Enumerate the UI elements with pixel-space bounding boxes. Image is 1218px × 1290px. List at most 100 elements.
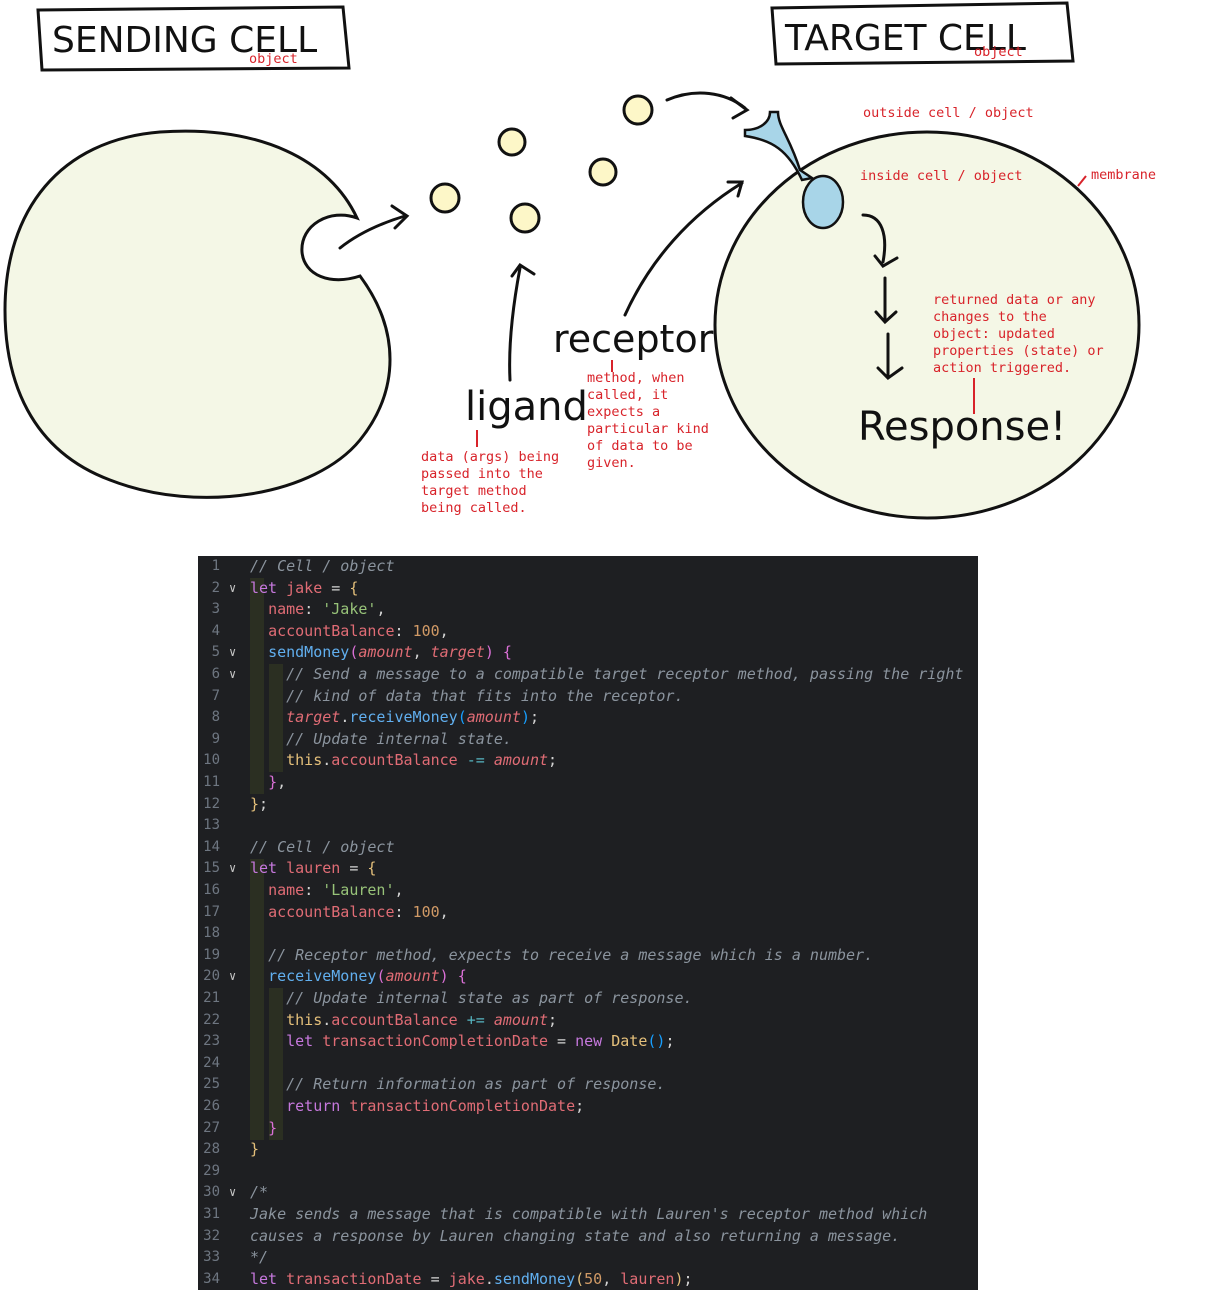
sending-cell-object-note: object xyxy=(249,51,298,67)
line-number: 14 xyxy=(203,838,220,855)
svg-text:expects a: expects a xyxy=(587,404,660,420)
code-line: 24 xyxy=(198,1053,978,1075)
svg-text:method, when: method, when xyxy=(587,370,685,386)
code-line: 15 ∨ let lauren = { xyxy=(198,858,978,880)
line-number: 30 xyxy=(203,1184,220,1201)
fold-chevron-icon[interactable]: ∨ xyxy=(229,858,236,880)
line-number: 17 xyxy=(203,903,220,920)
code-text: }, xyxy=(268,773,287,791)
code-text: let transactionCompletionDate = new Date… xyxy=(286,1032,675,1051)
line-number: 3 xyxy=(211,601,220,618)
code-line: 20 ∨ receiveMoney(amount) { xyxy=(198,966,978,988)
ligand-particles xyxy=(429,94,654,234)
code-line: 18 xyxy=(198,923,978,945)
code-line: 25 // Return information as part of resp… xyxy=(198,1074,978,1096)
line-number: 22 xyxy=(203,1011,220,1028)
line-number: 32 xyxy=(203,1227,220,1244)
receptor-note: method, when called, it expects a partic… xyxy=(587,370,709,471)
code-text: Jake sends a message that is compatible … xyxy=(250,1205,928,1223)
line-number: 10 xyxy=(203,752,220,769)
code-line: 12}; xyxy=(198,794,978,816)
code-line: 26 return transactionCompletionDate; xyxy=(198,1096,978,1118)
code-text: // Receptor method, expects to receive a… xyxy=(268,945,874,964)
line-number: 25 xyxy=(203,1076,220,1093)
code-text: accountBalance: 100, xyxy=(268,621,449,640)
svg-text:changes to the: changes to the xyxy=(933,309,1047,325)
code-text: this.accountBalance += amount; xyxy=(286,1010,558,1029)
svg-text:action triggered.: action triggered. xyxy=(933,360,1071,376)
line-number: 24 xyxy=(203,1054,220,1071)
fold-chevron-icon[interactable]: ∨ xyxy=(229,966,236,988)
code-text: accountBalance: 100, xyxy=(268,902,449,921)
receptor-label: receptor xyxy=(553,317,714,361)
code-text: /* xyxy=(250,1183,269,1202)
ligand-note: data (args) being passed into the target… xyxy=(421,449,559,516)
line-number: 8 xyxy=(211,709,220,726)
code-text: sendMoney(amount, target) { xyxy=(268,643,512,662)
line-number: 29 xyxy=(203,1162,220,1179)
code-line: 1 // Cell / object xyxy=(198,556,978,578)
line-number: 2 xyxy=(211,579,220,596)
line-number: 5 xyxy=(211,644,220,661)
line-number: 18 xyxy=(203,925,220,942)
line-number: 27 xyxy=(203,1119,220,1136)
code-line: 2 ∨ let jake = { xyxy=(198,578,978,600)
code-text: name: 'Jake', xyxy=(268,600,386,619)
code-text: // Update internal state. xyxy=(286,729,512,748)
code-text: let transactionDate = jake.sendMoney(50,… xyxy=(250,1269,693,1288)
code-text: } xyxy=(250,1140,260,1159)
membrane-pointer xyxy=(1077,175,1087,187)
svg-text:being called.: being called. xyxy=(421,500,527,516)
code-text: return transactionCompletionDate; xyxy=(286,1097,585,1115)
code-line: 14 // Cell / object xyxy=(198,837,978,859)
code-line: 9 // Update internal state. xyxy=(198,729,978,751)
code-line: 27 } xyxy=(198,1118,978,1140)
sending-cell xyxy=(3,129,392,499)
code-text: name: 'Lauren', xyxy=(268,881,404,899)
line-number: 34 xyxy=(203,1270,220,1287)
code-line: 29 xyxy=(198,1161,978,1183)
line-number: 31 xyxy=(203,1206,220,1222)
fold-chevron-icon[interactable]: ∨ xyxy=(229,664,236,686)
target-cell-title-box: TARGET CELL object xyxy=(770,1,1075,66)
code-line: 11 }, xyxy=(198,772,978,794)
line-number: 4 xyxy=(211,622,220,639)
code-text: // kind of data that fits into the recep… xyxy=(286,686,684,705)
code-text: let jake = { xyxy=(250,578,359,597)
code-line: 3 name: 'Jake', xyxy=(198,599,978,621)
code-line: 4 accountBalance: 100, xyxy=(198,621,978,643)
code-text: // Cell / object xyxy=(250,557,395,575)
line-number: 19 xyxy=(203,946,220,963)
svg-text:passed into the: passed into the xyxy=(421,466,543,482)
membrane-note: membrane xyxy=(1091,167,1156,183)
code-line: 33 */ xyxy=(198,1247,978,1269)
fold-chevron-icon[interactable]: ∨ xyxy=(229,1182,236,1204)
target-cell-object-note: object xyxy=(974,44,1023,60)
code-line: 16 name: 'Lauren', xyxy=(198,880,978,902)
code-text: // Send a message to a compatible target… xyxy=(286,665,964,683)
ligand-label: ligand xyxy=(465,384,588,430)
code-line: 17 accountBalance: 100, xyxy=(198,902,978,924)
fold-chevron-icon[interactable]: ∨ xyxy=(229,578,236,600)
line-number: 13 xyxy=(203,817,220,834)
svg-text:data (args) being: data (args) being xyxy=(421,449,559,465)
fold-chevron-icon[interactable]: ∨ xyxy=(229,642,236,664)
code-text: let lauren = { xyxy=(250,859,377,878)
code-line: 28} xyxy=(198,1139,978,1161)
line-number: 28 xyxy=(203,1141,220,1158)
cell-signaling-diagram: SENDING CELL object TARGET CELL object l… xyxy=(3,1,1156,520)
code-line: 8 target.receiveMoney(amount); xyxy=(198,707,978,729)
code-line: 21 // Update internal state as part of r… xyxy=(198,988,978,1010)
code-text: receiveMoney(amount) { xyxy=(268,967,467,986)
code-text: } xyxy=(268,1118,278,1137)
line-number: 12 xyxy=(203,795,220,812)
svg-text:target method: target method xyxy=(421,483,527,499)
line-number: 11 xyxy=(203,774,220,790)
line-number: 20 xyxy=(203,968,220,985)
svg-text:particular kind: particular kind xyxy=(587,421,709,437)
line-number: 7 xyxy=(211,687,220,704)
inside-cell-note: inside cell / object xyxy=(860,168,1023,184)
line-number: 26 xyxy=(203,1098,220,1114)
code-text: target.receiveMoney(amount); xyxy=(286,708,539,727)
code-line: 19 // Receptor method, expects to receiv… xyxy=(198,945,978,967)
